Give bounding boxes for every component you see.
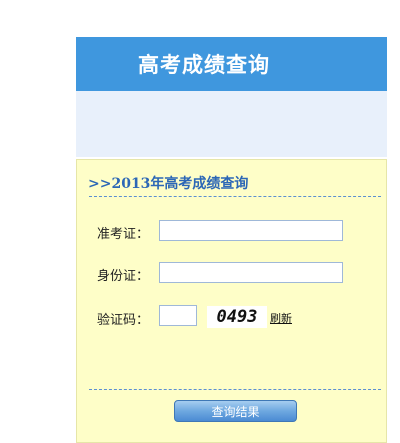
subheader-band [76,91,387,157]
exam-id-label: 准考证： [97,227,150,242]
page-title: 高考成绩查询 [138,52,270,77]
captcha-input[interactable] [159,305,197,326]
id-card-input[interactable] [159,262,343,283]
query-panel: 高考成绩查询 >>2013年高考成绩查询 准考证： 身份证： 验证码： 0493… [76,37,387,443]
divider-bottom [89,389,381,390]
submit-button[interactable]: 查询结果 [174,400,297,422]
header-bar: 高考成绩查询 [76,37,387,91]
divider-top [89,196,381,197]
captcha-label: 验证码： [97,313,150,328]
refresh-captcha-link[interactable]: 刷新 [270,310,292,326]
captcha-image: 0493 [207,306,267,328]
id-card-label: 身份证： [97,269,150,284]
query-form: >>2013年高考成绩查询 准考证： 身份证： 验证码： 0493 刷新 查询结… [76,159,387,443]
exam-id-input[interactable] [159,220,343,241]
form-title: >>2013年高考成绩查询 [88,176,249,192]
